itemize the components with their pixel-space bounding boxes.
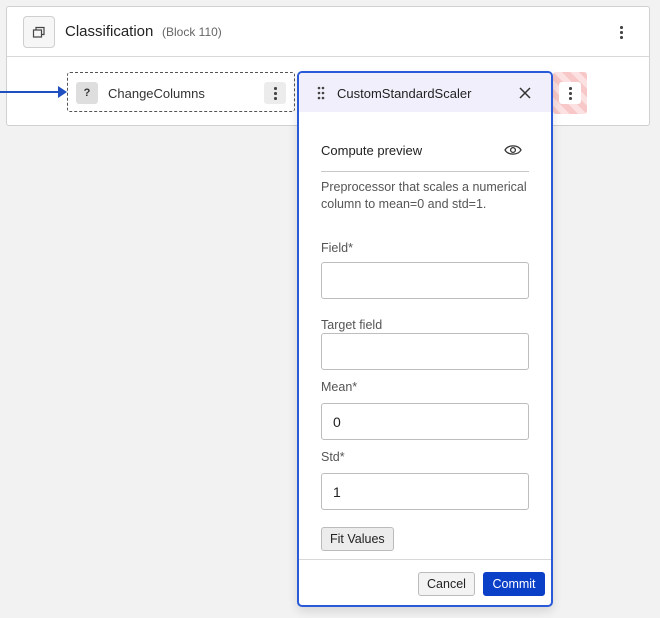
- fit-values-button[interactable]: Fit Values: [321, 527, 394, 551]
- std-label: Std*: [321, 450, 345, 464]
- std-input[interactable]: [321, 473, 529, 510]
- panel-footer: Cancel Commit: [299, 559, 551, 605]
- node-label: ChangeColumns: [108, 86, 205, 101]
- panel-description: Preprocessor that scales a numerical col…: [321, 180, 527, 211]
- panel-title: CustomStandardScaler: [337, 86, 472, 101]
- eye-icon[interactable]: [504, 143, 522, 157]
- field-label: Field*: [321, 241, 353, 255]
- node-menu-kebab-icon[interactable]: [264, 82, 286, 104]
- block-subtitle: (Block 110): [162, 25, 222, 39]
- target-field-input[interactable]: [321, 333, 529, 370]
- change-columns-node[interactable]: ? ChangeColumns: [67, 72, 295, 112]
- drag-handle-icon[interactable]: [317, 86, 325, 100]
- edge-arrowhead-icon: [58, 86, 67, 98]
- custom-standard-scaler-panel: CustomStandardScaler Compute preview Pre…: [297, 71, 553, 607]
- incoming-edge: [0, 91, 60, 93]
- cancel-button[interactable]: Cancel: [418, 572, 475, 596]
- block-title: Classification: [65, 23, 154, 40]
- commit-button[interactable]: Commit: [483, 572, 545, 596]
- node-type-badge: ?: [76, 82, 98, 104]
- close-icon[interactable]: [517, 85, 533, 101]
- compute-preview-label: Compute preview: [321, 143, 423, 158]
- ghost-node-menu-kebab-icon[interactable]: [559, 82, 581, 104]
- block-header: Classification (Block 110): [7, 7, 649, 57]
- ghost-node[interactable]: [553, 72, 587, 114]
- mean-label: Mean*: [321, 380, 358, 394]
- target-field-label: Target field: [321, 318, 383, 332]
- panel-header: CustomStandardScaler: [299, 73, 551, 112]
- block-menu-kebab-icon[interactable]: [610, 21, 632, 43]
- mean-input[interactable]: [321, 403, 529, 440]
- window-stack-icon[interactable]: [23, 16, 55, 48]
- field-input[interactable]: [321, 262, 529, 299]
- compute-preview-row[interactable]: Compute preview: [321, 141, 529, 172]
